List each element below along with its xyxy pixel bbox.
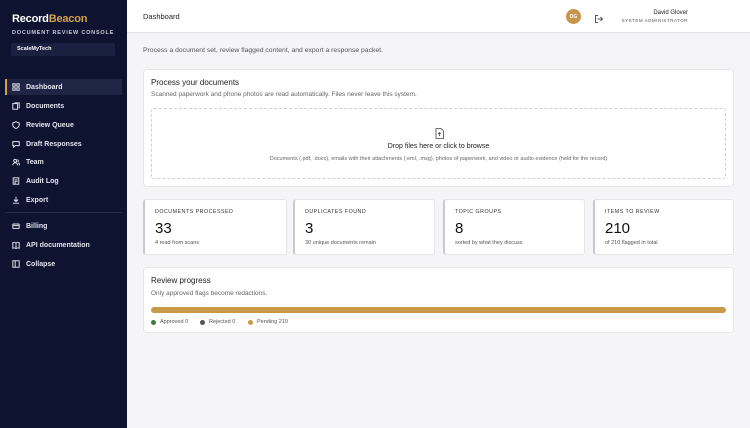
sidebar-item-label: Billing bbox=[26, 222, 48, 230]
sidebar-item-team[interactable]: Team bbox=[5, 154, 122, 170]
sidebar-item-review-queue[interactable]: Review Queue bbox=[5, 117, 122, 133]
upload-subtitle: Scanned paperwork and phone photos are r… bbox=[151, 91, 417, 98]
stat-value: 210 bbox=[605, 220, 631, 237]
user-role: SYSTEM ADMINISTRATOR bbox=[621, 18, 688, 23]
stat-value: 33 bbox=[155, 220, 172, 237]
sidebar-item-collapse[interactable]: Collapse bbox=[5, 256, 122, 272]
book-icon bbox=[11, 241, 20, 250]
sidebar-item-label: Documents bbox=[26, 102, 65, 110]
sidebar-item-audit-log[interactable]: Audit Log bbox=[5, 173, 122, 189]
rejected-dot-icon bbox=[200, 319, 205, 325]
audit-icon bbox=[11, 177, 20, 186]
sidebar-item-label: Dashboard bbox=[26, 83, 63, 91]
billing-icon bbox=[11, 222, 20, 231]
stat-card-documents-processed: DOCUMENTS PROCESSED 33 4 read from scans bbox=[143, 199, 287, 255]
pending-dot-icon bbox=[248, 319, 253, 325]
brand-name-part2: Beacon bbox=[48, 13, 88, 25]
stat-value: 3 bbox=[305, 220, 314, 237]
sidebar-item-draft-responses[interactable]: Draft Responses bbox=[5, 136, 122, 152]
stat-sub: 4 read from scans bbox=[155, 240, 200, 246]
stat-label: TOPIC GROUPS bbox=[455, 209, 502, 215]
progress-bar bbox=[151, 307, 726, 313]
brand-name-part1: Record bbox=[12, 13, 49, 25]
collapse-icon bbox=[11, 260, 20, 269]
sidebar: RecordBeacon DOCUMENT REVIEW CONSOLE Sca… bbox=[0, 0, 127, 428]
sidebar-item-dashboard[interactable]: Dashboard bbox=[5, 79, 122, 95]
user-name: David Glover bbox=[653, 10, 688, 16]
legend-label: Pending 210 bbox=[257, 319, 288, 325]
sidebar-item-label: Collapse bbox=[26, 260, 56, 268]
stat-sub: of 210 flagged in total bbox=[605, 240, 658, 246]
legend-label: Rejected 0 bbox=[209, 319, 236, 325]
grid-icon bbox=[11, 83, 20, 92]
sidebar-item-export[interactable]: Export bbox=[5, 192, 122, 208]
logout-icon[interactable] bbox=[594, 11, 604, 23]
team-icon bbox=[11, 158, 20, 167]
legend-pending: Pending 210 bbox=[248, 319, 288, 325]
stat-label: ITEMS TO REVIEW bbox=[605, 209, 660, 215]
progress-title: Review progress bbox=[151, 276, 211, 285]
stat-card-duplicates-found: DUPLICATES FOUND 3 30 unique documents r… bbox=[293, 199, 435, 255]
sidebar-item-label: API documentation bbox=[26, 241, 90, 249]
sidebar-item-documents[interactable]: Documents bbox=[5, 98, 122, 114]
stat-card-topic-groups: TOPIC GROUPS 8 sorted by what they discu… bbox=[443, 199, 585, 255]
sidebar-item-label: Export bbox=[26, 196, 49, 204]
legend-approved: Approved 0 bbox=[151, 319, 188, 325]
org-selector[interactable]: ScaleMyTech bbox=[11, 43, 115, 56]
stat-label: DUPLICATES FOUND bbox=[305, 209, 367, 215]
approved-dot-icon bbox=[151, 319, 156, 325]
stat-sub: sorted by what they discuss bbox=[455, 240, 523, 246]
progress-subtitle: Only approved flags become redactions. bbox=[151, 290, 268, 297]
legend-rejected: Rejected 0 bbox=[200, 319, 235, 325]
avatar[interactable]: DG bbox=[566, 9, 581, 24]
documents-icon bbox=[11, 102, 20, 111]
intro-text: Process a document set, review flagged c… bbox=[143, 47, 383, 54]
export-icon bbox=[11, 196, 20, 205]
file-upload-icon bbox=[435, 126, 444, 139]
sidebar-item-billing[interactable]: Billing bbox=[5, 218, 122, 234]
brand-subtitle: DOCUMENT REVIEW CONSOLE bbox=[12, 30, 115, 36]
sidebar-item-api-documentation[interactable]: API documentation bbox=[5, 237, 122, 253]
sidebar-item-label: Review Queue bbox=[26, 121, 74, 129]
draft-icon bbox=[11, 140, 20, 149]
file-dropzone[interactable]: Drop files here or click to browse Docum… bbox=[151, 108, 726, 179]
sidebar-divider bbox=[5, 212, 122, 213]
stat-card-items-to-review: ITEMS TO REVIEW 210 of 210 flagged in to… bbox=[593, 199, 734, 255]
sidebar-item-label: Team bbox=[26, 158, 44, 166]
progress-bar-pending-fill bbox=[151, 307, 726, 313]
dropzone-title: Drop files here or click to browse bbox=[387, 143, 490, 150]
top-header: Dashboard bbox=[127, 0, 750, 33]
stat-value: 8 bbox=[455, 220, 464, 237]
brand-logo[interactable]: RecordBeacon bbox=[12, 13, 87, 25]
stat-label: DOCUMENTS PROCESSED bbox=[155, 209, 234, 215]
sidebar-item-label: Audit Log bbox=[26, 177, 59, 185]
dropzone-hint: Documents (.pdf, .docx), emails with the… bbox=[269, 156, 608, 162]
shield-icon bbox=[11, 121, 20, 130]
upload-title: Process your documents bbox=[151, 78, 240, 87]
legend-label: Approved 0 bbox=[160, 319, 189, 325]
stat-sub: 30 unique documents remain bbox=[305, 240, 376, 246]
sidebar-item-label: Draft Responses bbox=[26, 140, 82, 148]
page-title: Dashboard bbox=[143, 12, 180, 21]
